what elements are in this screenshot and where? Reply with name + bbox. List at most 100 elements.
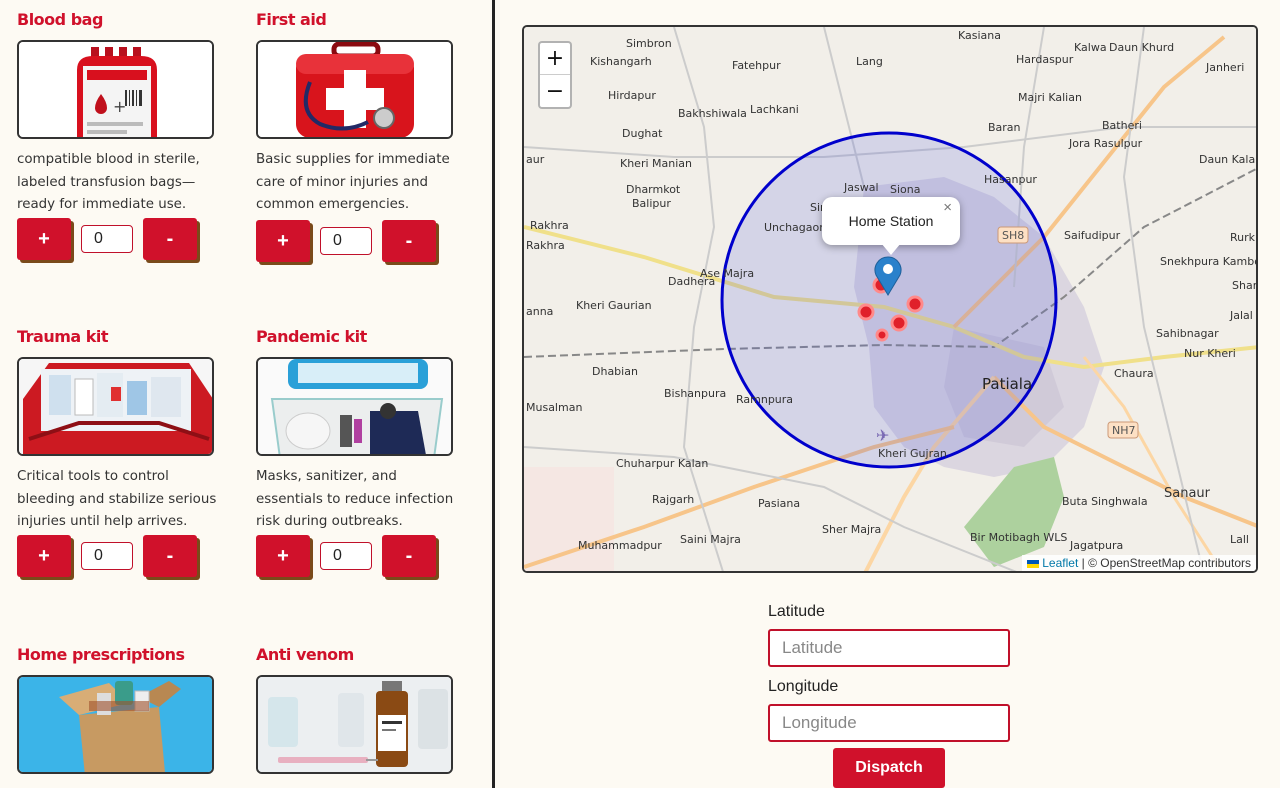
- popup-text: Home Station: [848, 213, 934, 229]
- place-label: Saini Majra: [680, 533, 741, 546]
- kit-card-home-prescriptions: Home prescriptions: [17, 645, 217, 774]
- place-label: Bakhshiwala: [678, 107, 747, 120]
- place-label: Hardaspur: [1016, 53, 1074, 66]
- decrement-button[interactable]: -: [143, 218, 197, 261]
- place-label: Kasiana: [958, 29, 1001, 42]
- place-label: aur: [526, 153, 545, 166]
- anti-venom-image: [256, 675, 453, 774]
- quantity-input[interactable]: 0: [320, 542, 372, 571]
- place-label: Pasiana: [758, 497, 800, 510]
- place-label: Daun Kala: [1199, 153, 1255, 166]
- marker-dot: [883, 264, 893, 274]
- place-label: Rakhra: [530, 219, 569, 232]
- quantity-stepper: + 0 -: [17, 535, 217, 578]
- kit-description: Critical tools to control bleeding and s…: [17, 469, 217, 530]
- kit-title: Trauma kit: [17, 327, 109, 346]
- popup-close-button[interactable]: ×: [943, 199, 952, 216]
- place-label: Jora Rasulpur: [1068, 137, 1143, 150]
- place-label: Batheri: [1102, 119, 1142, 132]
- zoom-in-button[interactable]: +: [540, 43, 570, 75]
- place-label: Dharmkot: [626, 183, 681, 196]
- place-label: Sahibnagar: [1156, 327, 1219, 340]
- map-tiles: SH8 NH7 ✈ Simbron Kishangarh Fatehpur Lang K…: [524, 27, 1258, 571]
- place-label: anna: [526, 305, 553, 318]
- place-label: Saifudipur: [1064, 229, 1121, 242]
- airport-icon: ✈: [876, 426, 889, 445]
- place-label: Kalwa: [1074, 41, 1107, 54]
- quantity-input[interactable]: 0: [320, 227, 372, 256]
- quantity-input[interactable]: 0: [81, 225, 133, 254]
- longitude-input[interactable]: Longitude: [768, 704, 1010, 742]
- place-label: Snekhpura Kambohan: [1160, 255, 1258, 268]
- dispatch-form: Latitude Latitude Longitude Longitude Di…: [768, 600, 1028, 788]
- place-label: Jalal: [1229, 309, 1253, 322]
- kit-title: Pandemic kit: [256, 327, 367, 346]
- first-aid-image: [256, 40, 453, 139]
- decrement-button[interactable]: -: [382, 535, 436, 578]
- zoom-control: + −: [538, 41, 572, 109]
- kit-card-anti-venom: Anti venom: [256, 645, 456, 774]
- kit-title: Anti venom: [256, 645, 354, 664]
- place-label: Muhammadpur: [578, 539, 662, 552]
- incident-marker[interactable]: [906, 295, 924, 313]
- map-view[interactable]: SH8 NH7 ✈ Simbron Kishangarh Fatehpur Lang K…: [522, 25, 1258, 573]
- incident-marker[interactable]: [857, 303, 875, 321]
- latitude-input[interactable]: Latitude: [768, 629, 1010, 667]
- place-label: Sanaur: [1164, 486, 1211, 501]
- kit-title: First aid: [256, 10, 327, 29]
- place-label: Kheri Gaurian: [576, 299, 652, 312]
- place-label: Bishanpura: [664, 387, 726, 400]
- quantity-input[interactable]: 0: [81, 542, 133, 571]
- map-attribution: Leaflet | © OpenStreetMap contributors: [1021, 555, 1256, 571]
- place-label: Baran: [988, 121, 1021, 134]
- kit-description: Masks, sanitizer, and essentials to redu…: [256, 469, 454, 530]
- place-label: Hasanpur: [984, 173, 1037, 186]
- ukraine-flag-icon: [1026, 559, 1039, 568]
- place-label: Lall: [1230, 533, 1249, 546]
- longitude-label: Longitude: [768, 678, 839, 695]
- place-label: Ase Majra: [700, 267, 754, 280]
- quantity-stepper: + 0 -: [256, 535, 456, 578]
- place-label: Lang: [856, 55, 883, 68]
- decrement-button[interactable]: -: [143, 535, 197, 578]
- place-label: Jagatpura: [1069, 539, 1123, 552]
- route-label: SH8: [1002, 229, 1024, 242]
- incident-marker[interactable]: [875, 328, 889, 342]
- place-label: Rurk: [1230, 231, 1256, 244]
- quantity-stepper: + 0 -: [17, 218, 217, 261]
- increment-button[interactable]: +: [17, 218, 71, 261]
- incident-marker[interactable]: [890, 314, 908, 332]
- place-label: Nur Kheri: [1184, 347, 1236, 360]
- place-label: Kheri Gujran: [878, 447, 947, 460]
- home-prescriptions-image: [17, 675, 214, 774]
- place-label: Rajgarh: [652, 493, 694, 506]
- place-label: Hirdapur: [608, 89, 656, 102]
- place-label: Musalman: [526, 401, 582, 414]
- place-label: Rakhra: [526, 239, 565, 252]
- trauma-kit-image: [17, 357, 214, 456]
- place-label: Chaura: [1114, 367, 1154, 380]
- place-label: Bir Motibagh WLS: [970, 531, 1067, 544]
- increment-button[interactable]: +: [256, 535, 310, 578]
- kit-card-trauma-kit: Trauma kit Critical tools to control ble…: [17, 327, 217, 578]
- route-label: NH7: [1112, 424, 1136, 437]
- dispatch-button[interactable]: Dispatch: [833, 748, 945, 788]
- place-label: Siona: [890, 183, 920, 196]
- kit-description: Basic supplies for immediate care of min…: [256, 152, 450, 213]
- place-label: Kheri Manian: [620, 157, 692, 170]
- place-label: Simbron: [626, 37, 672, 50]
- place-label: Jaswal: [843, 181, 879, 194]
- kit-card-first-aid: First aid Basic supplies for immediate c…: [256, 10, 456, 263]
- place-label: Majri Kalian: [1018, 91, 1082, 104]
- increment-button[interactable]: +: [17, 535, 71, 578]
- place-label: Shar: [1232, 279, 1258, 292]
- decrement-button[interactable]: -: [382, 220, 436, 263]
- leaflet-link[interactable]: Leaflet: [1042, 556, 1078, 570]
- place-label: Balipur: [632, 197, 671, 210]
- increment-button[interactable]: +: [256, 220, 310, 263]
- place-label: Daun Khurd: [1109, 41, 1174, 54]
- place-label: Dhabian: [592, 365, 638, 378]
- zoom-out-button[interactable]: −: [540, 75, 570, 107]
- kit-card-blood-bag: Blood bag + compatible blood in sterile,…: [17, 10, 217, 261]
- latitude-label: Latitude: [768, 603, 825, 620]
